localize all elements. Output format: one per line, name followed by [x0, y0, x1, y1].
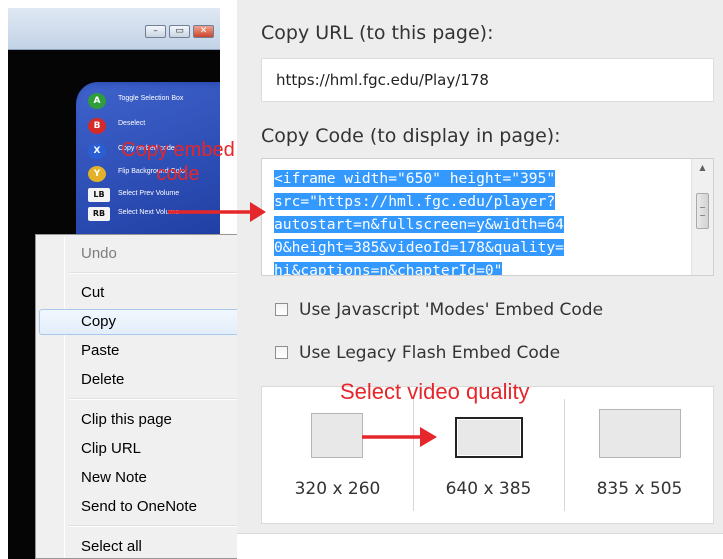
maximize-icon[interactable]: ▭ — [169, 25, 190, 38]
page-url-field[interactable]: https://hml.fgc.edu/Play/178 — [261, 58, 714, 102]
video-window-titlebar: – ▭ ✕ — [8, 8, 220, 50]
controller-hint-label: Deselect — [118, 120, 146, 127]
embed-code-selection: <iframe width="650" height="395" src="ht… — [274, 167, 680, 275]
embed-code-line: autostart=n&fullscreen=y&width=64 — [274, 216, 564, 233]
embed-code-line: <iframe width="650" height="395" — [274, 170, 556, 187]
button-y-icon: Y — [88, 166, 106, 182]
javascript-modes-checkbox[interactable] — [275, 303, 288, 316]
quality-option-320x260[interactable]: 320 x 260 — [262, 387, 413, 523]
left-bumper-icon: LB — [88, 188, 110, 202]
legacy-flash-label: Use Legacy Flash Embed Code — [299, 343, 561, 363]
controller-hint-label: Select Next Volume — [118, 209, 180, 216]
copy-url-heading: Copy URL (to this page): — [261, 22, 494, 44]
quality-thumbnail-selected[interactable] — [455, 417, 523, 458]
scroll-up-arrow-icon[interactable]: ▲ — [692, 159, 713, 176]
quality-thumbnail[interactable] — [599, 409, 681, 458]
quality-option-640x385[interactable]: 640 x 385 — [413, 387, 564, 523]
controller-hint-label: Toggle Selection Box — [118, 95, 184, 102]
controller-hint-row: RB Select Next Volume — [88, 207, 220, 223]
scrollbar-thumb[interactable] — [696, 193, 709, 229]
controller-hint-label: Select Prev Volume — [118, 190, 180, 197]
copy-code-heading: Copy Code (to display in page): — [261, 125, 561, 147]
embed-code-textarea[interactable]: <iframe width="650" height="395" src="ht… — [261, 158, 714, 276]
controller-hint-row: LB Select Prev Volume — [88, 188, 220, 204]
embed-code-line: hi&captions=n&chapterId=0" — [274, 259, 680, 275]
embed-panel-footer — [237, 533, 723, 559]
quality-label: 640 x 385 — [445, 479, 532, 499]
right-bumper-icon: RB — [88, 207, 110, 221]
embed-options-panel: Copy URL (to this page): https://hml.fgc… — [237, 0, 723, 533]
legacy-flash-checkbox[interactable] — [275, 346, 288, 359]
javascript-modes-label: Use Javascript 'Modes' Embed Code — [299, 300, 604, 320]
button-x-icon: X — [88, 143, 106, 159]
embed-code-line: src="https://hml.fgc.edu/player? — [274, 193, 556, 210]
minimize-icon[interactable]: – — [145, 25, 166, 38]
quality-thumbnail[interactable] — [311, 413, 363, 458]
button-a-icon: A — [88, 93, 106, 109]
legacy-flash-option[interactable]: Use Legacy Flash Embed Code — [275, 343, 695, 367]
copy-embed-annotation: Copy embed code — [121, 139, 235, 185]
video-quality-selector: 320 x 260 640 x 385 835 x 505 — [261, 386, 714, 524]
controller-hint-row: A Toggle Selection Box — [88, 93, 220, 109]
select-quality-annotation: Select video quality — [340, 379, 530, 404]
embed-code-line: 0&height=385&videoId=178&quality= — [274, 239, 564, 256]
button-b-icon: B — [88, 118, 106, 134]
close-icon[interactable]: ✕ — [193, 25, 214, 38]
code-scrollbar[interactable]: ▲ — [691, 159, 713, 275]
quality-label: 835 x 505 — [596, 479, 683, 499]
quality-option-835x505[interactable]: 835 x 505 — [564, 387, 715, 523]
quality-label: 320 x 260 — [294, 479, 381, 499]
controller-hint-row: B Deselect — [88, 118, 220, 134]
javascript-modes-option[interactable]: Use Javascript 'Modes' Embed Code — [275, 300, 695, 324]
